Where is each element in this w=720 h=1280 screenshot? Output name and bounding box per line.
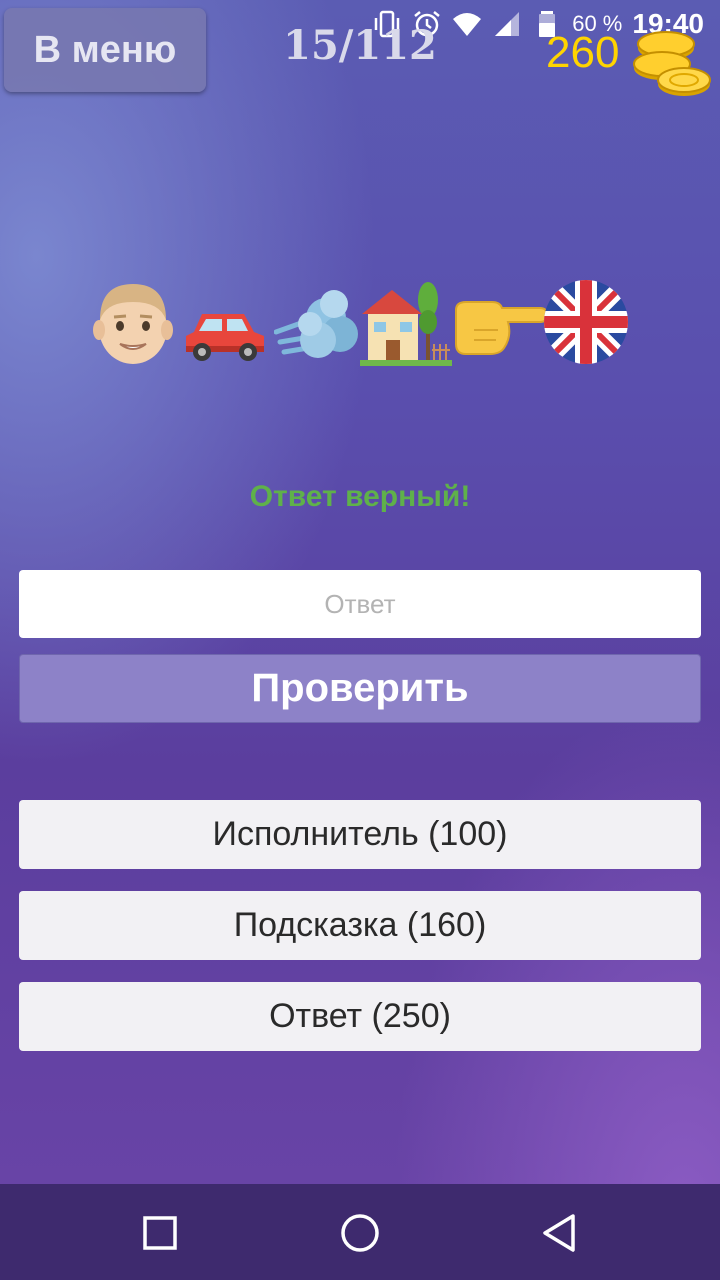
coins-icon [633, 31, 711, 96]
hint-answer-button[interactable]: Ответ (250) [19, 982, 701, 1051]
answer-feedback: Ответ верный! [249, 480, 471, 513]
check-button[interactable]: Проверить [19, 654, 701, 723]
hint-clue-button[interactable]: Подсказка (160) [19, 891, 701, 960]
car-emoji [186, 314, 264, 361]
hint-performer-button[interactable]: Исполнитель (100) [19, 800, 701, 869]
house-with-garden-emoji [360, 282, 452, 366]
emoji-puzzle [90, 276, 635, 372]
uk-flag-emoji [544, 280, 628, 364]
back-icon[interactable] [535, 1208, 585, 1258]
home-icon[interactable] [335, 1208, 385, 1258]
recent-apps-icon[interactable] [135, 1208, 185, 1258]
wind-emoji [274, 290, 358, 358]
menu-button[interactable]: В меню [4, 8, 206, 92]
man-face-emoji [93, 284, 173, 364]
coins-count: 260 [546, 28, 620, 77]
answer-input[interactable] [19, 570, 701, 638]
level-counter: 15/112 [283, 22, 437, 69]
navigation-bar [0, 1184, 720, 1280]
pointing-right-emoji [455, 301, 548, 355]
signal-icon [495, 12, 520, 36]
